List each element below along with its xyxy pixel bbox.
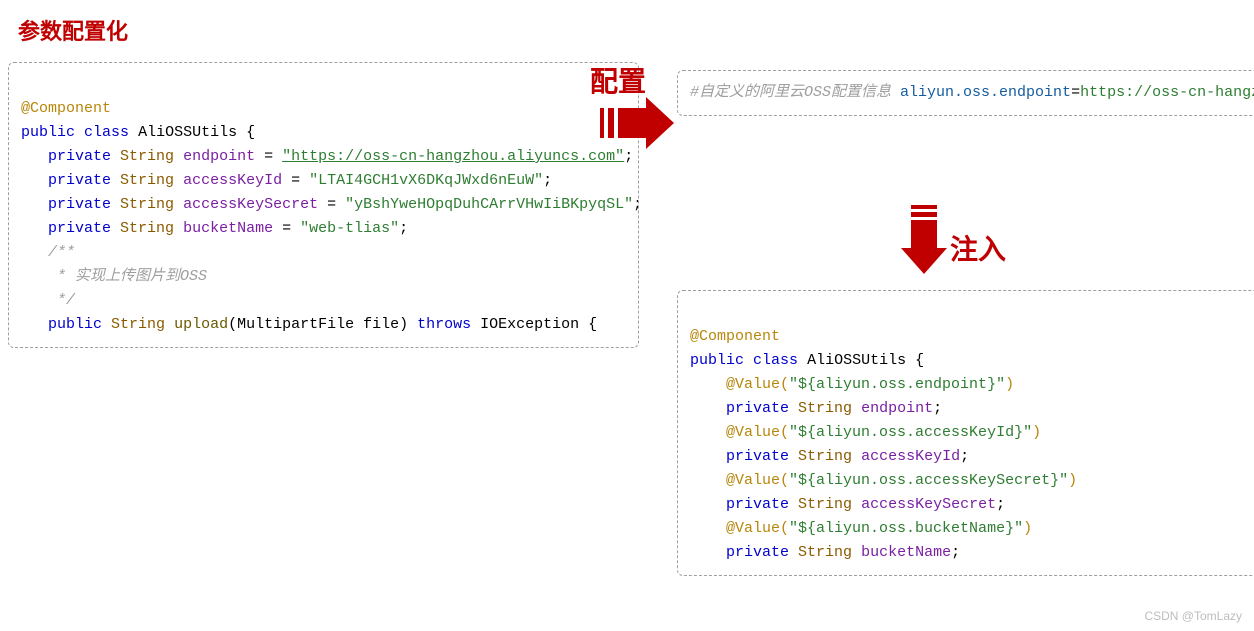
eq: = (273, 220, 300, 237)
semi: ; (633, 196, 639, 213)
comment: */ (48, 292, 75, 309)
var: accessKeySecret (861, 496, 996, 513)
annotation: @Component (21, 100, 111, 117)
var: accessKeyId (183, 172, 282, 189)
type: String (120, 148, 174, 165)
code-box-value-annotation: @Component public class AliOSSUtils { @V… (677, 290, 1254, 576)
type: String (120, 172, 174, 189)
var: accessKeyId (861, 448, 960, 465)
close: ) (1068, 472, 1077, 489)
comment: #自定义的阿里云OSS配置信息 (690, 84, 891, 101)
kw: private (726, 496, 789, 513)
kw: private (48, 220, 111, 237)
type: String (798, 400, 852, 417)
code-box-properties: #自定义的阿里云OSS配置信息 aliyun.oss.endpoint=http… (677, 70, 1254, 116)
method: upload (174, 316, 228, 333)
label-inject: 注入 (950, 228, 1006, 268)
kw: private (726, 544, 789, 561)
annotation: @Component (690, 328, 780, 345)
kw: public (21, 124, 75, 141)
close: ) (1023, 520, 1032, 537)
kw: private (48, 148, 111, 165)
kw: private (48, 196, 111, 213)
str: "yBshYweHOpqDuhCArrVHwIiBKpyqSL" (345, 196, 633, 213)
var: endpoint (861, 400, 933, 417)
kw: private (726, 448, 789, 465)
type: String (111, 316, 165, 333)
semi: ; (933, 400, 942, 417)
annotation: @Value( (726, 376, 789, 393)
comment: /** (48, 244, 75, 261)
tail: IOException { (471, 316, 597, 333)
eq: = (282, 172, 309, 189)
str: "LTAI4GCH1vX6DKqJWxd6nEuW" (309, 172, 543, 189)
annotation: @Value( (726, 424, 789, 441)
str: "${aliyun.oss.bucketName}" (789, 520, 1023, 537)
annotation: @Value( (726, 520, 789, 537)
kw: class (84, 124, 129, 141)
comment: * 实现上传图片到OSS (48, 268, 207, 285)
type: String (120, 196, 174, 213)
label-config: 配置 (590, 60, 646, 100)
var: endpoint (183, 148, 255, 165)
type: String (798, 496, 852, 513)
semi: ; (624, 148, 633, 165)
kw: private (48, 172, 111, 189)
str: "${aliyun.oss.accessKeySecret}" (789, 472, 1068, 489)
str: "${aliyun.oss.endpoint}" (789, 376, 1005, 393)
var: accessKeySecret (183, 196, 318, 213)
semi: ; (951, 544, 960, 561)
eq: = (264, 148, 282, 165)
kw: throws (417, 316, 471, 333)
kw: public (690, 352, 744, 369)
class-name: AliOSSUtils { (807, 352, 924, 369)
page-title: 参数配置化 (18, 14, 1244, 46)
semi: ; (543, 172, 552, 189)
var: bucketName (183, 220, 273, 237)
class-name: AliOSSUtils { (138, 124, 255, 141)
str: "https://oss-cn-hangzhou.aliyuncs.com" (282, 148, 624, 165)
eq: = (318, 196, 345, 213)
type: String (798, 448, 852, 465)
kw: class (753, 352, 798, 369)
semi: ; (399, 220, 408, 237)
prop-key: aliyun.oss.endpoint (900, 84, 1071, 101)
kw: private (726, 400, 789, 417)
code-box-hardcoded: @Component public class AliOSSUtils { pr… (8, 62, 639, 348)
str: "${aliyun.oss.accessKeyId}" (789, 424, 1032, 441)
semi: ; (996, 496, 1005, 513)
type: String (120, 220, 174, 237)
close: ) (1032, 424, 1041, 441)
kw: public (48, 316, 102, 333)
annotation: @Value( (726, 472, 789, 489)
str: "web-tlias" (300, 220, 399, 237)
watermark: CSDN @TomLazy (1144, 609, 1242, 623)
var: bucketName (861, 544, 951, 561)
type: String (798, 544, 852, 561)
semi: ; (960, 448, 969, 465)
prop-val: https://oss-cn-hangzhou.aliyuncs.com (1080, 84, 1254, 101)
close: ) (1005, 376, 1014, 393)
args: (MultipartFile file) (228, 316, 417, 333)
